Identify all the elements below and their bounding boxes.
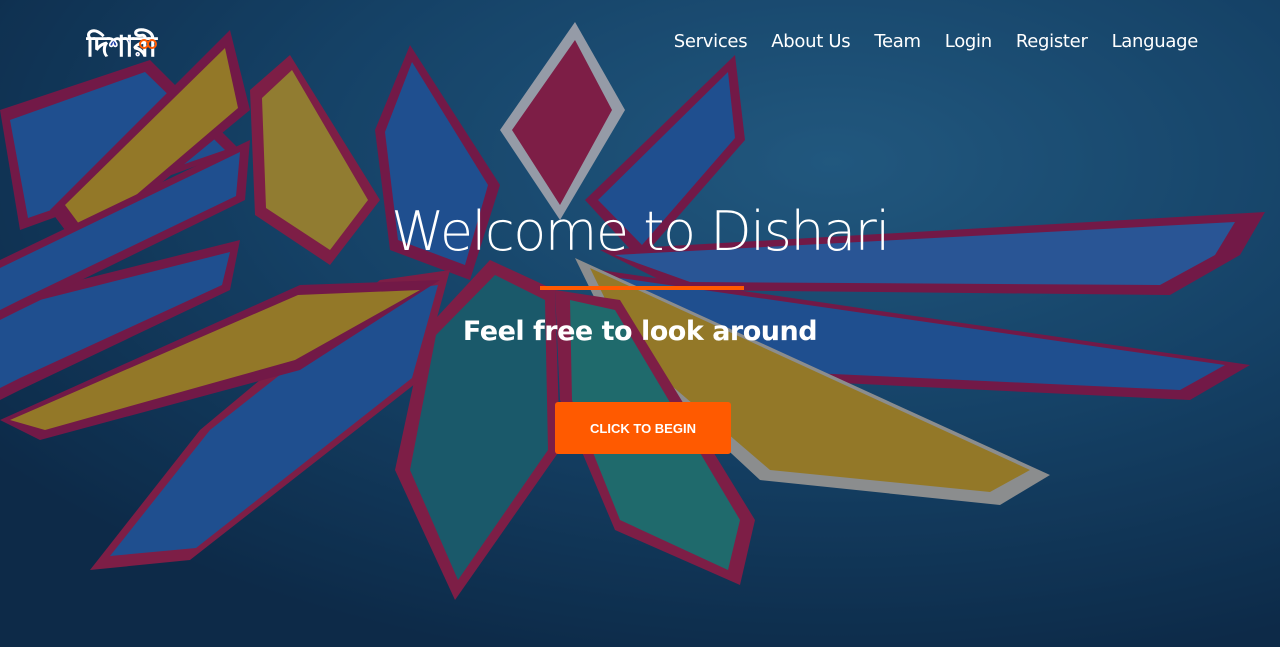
hero-divider xyxy=(540,286,744,290)
hero-content: Welcome to Dishari Feel free to look aro… xyxy=(0,0,1280,647)
hero-section: দিশারী Services About Us Team Login Regi… xyxy=(0,0,1280,647)
click-to-begin-button[interactable]: CLICK TO BEGIN xyxy=(555,402,731,454)
hero-subtitle: Feel free to look around xyxy=(462,316,818,347)
hero-title: Welcome to Dishari xyxy=(391,200,890,263)
